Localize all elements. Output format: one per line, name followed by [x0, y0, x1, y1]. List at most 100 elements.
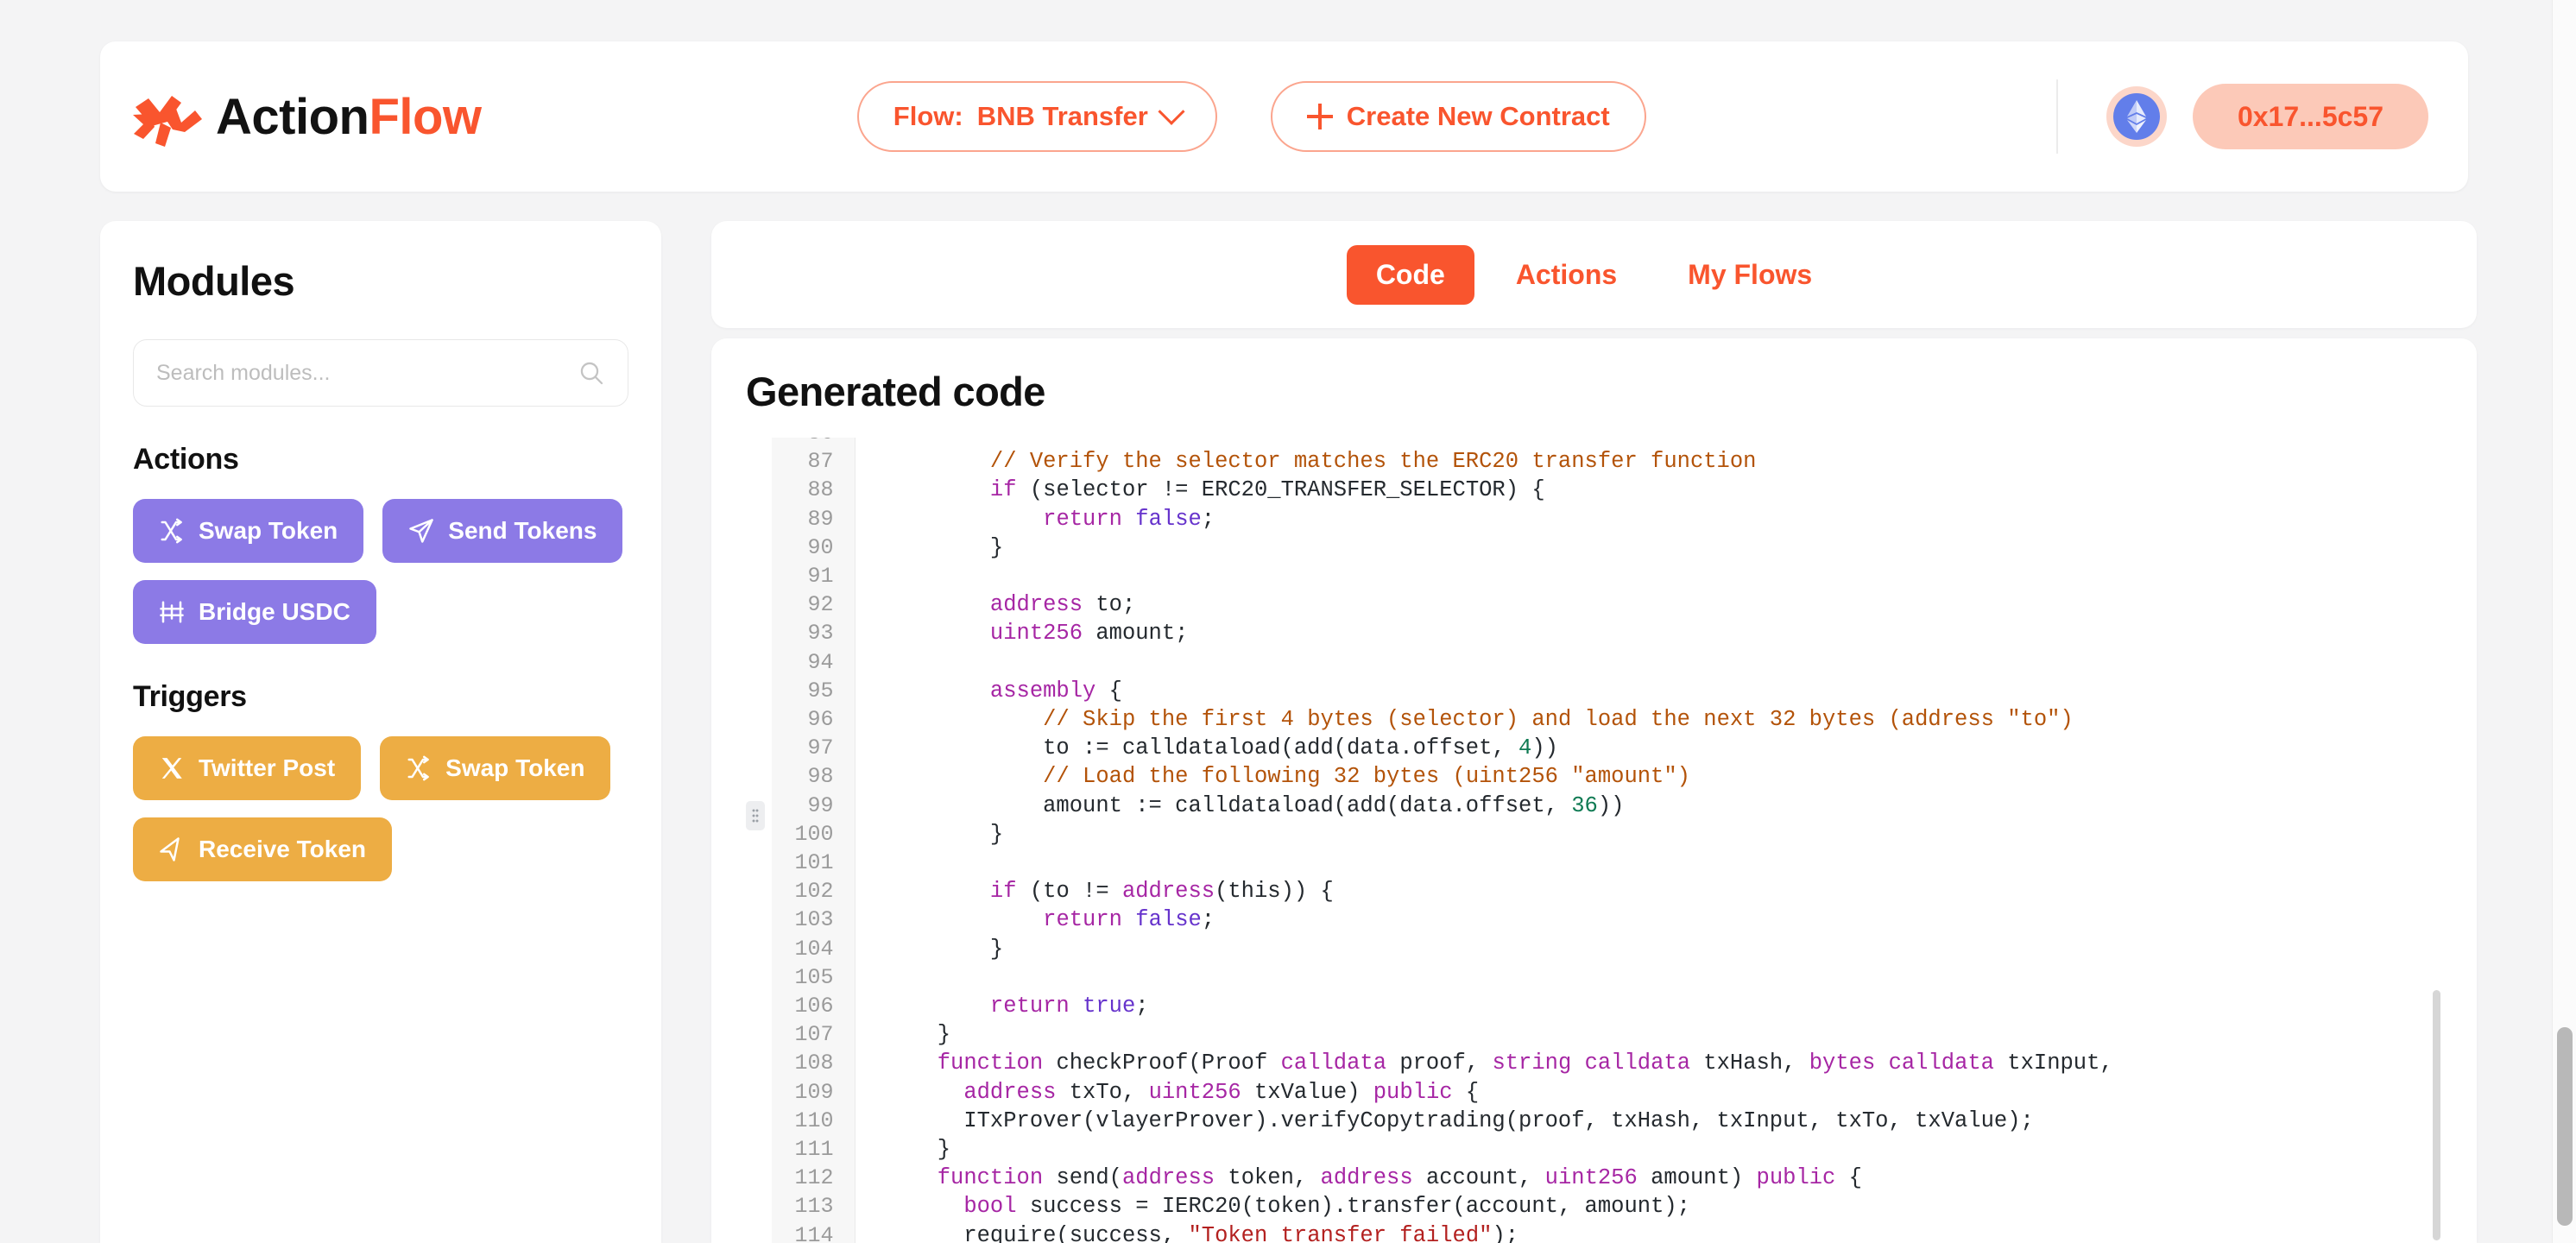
line-number: 108 — [772, 1049, 856, 1078]
code-line: 88 if (selector != ERC20_TRANSFER_SELECT… — [772, 476, 2113, 505]
line-number: 91 — [772, 562, 856, 591]
line-source[interactable]: // Load the following 32 bytes (uint256 … — [855, 762, 2113, 791]
line-number: 110 — [772, 1106, 856, 1136]
line-source[interactable]: // Skip the first 4 bytes (selector) and… — [855, 705, 2113, 734]
code-line: 104 } — [772, 934, 2113, 963]
line-source[interactable]: bool success = IERC20(token).transfer(ac… — [855, 1192, 2113, 1221]
code-line: 111 } — [772, 1135, 2113, 1164]
line-number: 104 — [772, 934, 856, 963]
code-scrollbar-thumb[interactable] — [2433, 990, 2440, 1240]
action-bridge-usdc[interactable]: Bridge USDC — [133, 580, 376, 644]
actions-chip-row: Swap Token Send Tokens Bridge USDC — [133, 499, 628, 644]
line-source[interactable] — [855, 849, 2113, 877]
line-source[interactable]: amount := calldataload(add(data.offset, … — [855, 792, 2113, 820]
page-scrollbar-thumb[interactable] — [2557, 1027, 2573, 1226]
line-source[interactable]: } — [855, 1020, 2113, 1049]
line-source[interactable]: } — [855, 1135, 2113, 1164]
brand-logo[interactable]: ActionFlow — [131, 86, 482, 147]
code-line: 95 assembly { — [772, 676, 2113, 706]
code-line: 87 // Verify the selector matches the ER… — [772, 447, 2113, 476]
code-panel-title: Generated code — [746, 369, 1045, 414]
line-source[interactable]: function send(address token, address acc… — [855, 1164, 2113, 1192]
line-source[interactable]: // Verify the selector matches the ERC20… — [855, 447, 2113, 476]
line-source[interactable] — [855, 648, 2113, 677]
network-selector[interactable] — [2106, 86, 2167, 147]
line-source[interactable]: ITxProver(vlayerProver).verifyCopytradin… — [855, 1107, 2113, 1135]
search-modules-box[interactable] — [133, 339, 628, 407]
line-number: 109 — [772, 1077, 856, 1107]
brand-name: ActionFlow — [216, 88, 482, 146]
line-source[interactable]: if (selector != ERC20_TRANSFER_SELECTOR)… — [855, 476, 2113, 504]
create-new-contract-button[interactable]: Create New Contract — [1270, 81, 1646, 152]
code-line: 92 address to; — [772, 590, 2113, 620]
generated-code-panel: Generated code 86 87 // Verify the selec… — [711, 338, 2477, 1243]
header-actions: Flow: BNB Transfer Create New Contract — [447, 81, 2056, 152]
line-number: 99 — [772, 791, 856, 820]
line-number: 86 — [772, 438, 856, 448]
code-line: 96 // Skip the first 4 bytes (selector) … — [772, 705, 2113, 735]
action-label: Send Tokens — [448, 517, 597, 544]
line-source[interactable]: return false; — [855, 905, 2113, 934]
shuffle-icon — [407, 755, 430, 781]
trigger-receive-token[interactable]: Receive Token — [133, 817, 393, 881]
code-line: 94 — [772, 647, 2113, 677]
action-swap-token[interactable]: Swap Token — [133, 499, 364, 563]
line-source[interactable]: to := calldataload(add(data.offset, 4)) — [855, 734, 2113, 762]
line-number: 98 — [772, 762, 856, 792]
line-number: 106 — [772, 992, 856, 1021]
line-source[interactable] — [855, 963, 2113, 992]
section-heading-actions: Actions — [133, 443, 239, 476]
code-line: 112 function send(address token, address… — [772, 1164, 2113, 1193]
line-source[interactable]: return false; — [855, 505, 2113, 533]
tab-code[interactable]: Code — [1346, 244, 1474, 305]
line-number: 102 — [772, 877, 856, 906]
line-number: 96 — [772, 705, 856, 735]
code-line: 100 } — [772, 819, 2113, 849]
tab-my-flows[interactable]: My Flows — [1658, 245, 1841, 305]
action-send-tokens[interactable]: Send Tokens — [382, 499, 623, 563]
shuffle-icon — [161, 518, 182, 544]
line-number: 113 — [772, 1192, 856, 1221]
tab-actions[interactable]: Actions — [1487, 245, 1646, 305]
line-source[interactable]: return true; — [855, 992, 2113, 1020]
search-input[interactable] — [156, 360, 578, 386]
line-source[interactable]: } — [855, 935, 2113, 963]
vertical-page-scrollbar[interactable] — [2552, 0, 2576, 1243]
drag-dots-icon[interactable] — [746, 801, 765, 830]
line-number: 100 — [772, 819, 856, 849]
trigger-label: Receive Token — [199, 836, 367, 862]
line-source[interactable]: function checkProof(Proof calldata proof… — [855, 1049, 2113, 1077]
bridge-icon — [160, 601, 184, 623]
line-number: 93 — [772, 619, 856, 648]
line-source[interactable] — [855, 562, 2113, 590]
code-line: 98 // Load the following 32 bytes (uint2… — [772, 762, 2113, 792]
code-editor[interactable]: 86 87 // Verify the selector matches the… — [746, 438, 2442, 1243]
trigger-twitter-post[interactable]: Twitter Post — [133, 736, 362, 800]
line-source[interactable]: assembly { — [855, 677, 2113, 705]
line-number: 89 — [772, 504, 856, 533]
line-number: 107 — [772, 1020, 856, 1050]
brand-name-first: Action — [216, 88, 369, 145]
line-number: 88 — [772, 476, 856, 505]
sidebar-title: Modules — [133, 258, 295, 304]
line-number: 111 — [772, 1135, 856, 1164]
line-source[interactable]: uint256 amount; — [855, 619, 2113, 647]
action-label: Swap Token — [199, 517, 338, 544]
line-source[interactable]: address txTo, uint256 txValue) public { — [855, 1078, 2113, 1107]
code-scroll-viewport[interactable]: 86 87 // Verify the selector matches the… — [772, 438, 2423, 1243]
modules-sidebar: Modules Actions Swap Token Send Tokens — [100, 221, 661, 1243]
line-source[interactable]: } — [855, 820, 2113, 849]
search-icon — [580, 362, 603, 385]
line-source[interactable]: if (to != address(this)) { — [855, 877, 2113, 905]
line-source[interactable] — [855, 438, 2113, 447]
line-source[interactable]: } — [855, 533, 2113, 562]
line-source[interactable]: require(success, "Token transfer failed"… — [855, 1221, 2113, 1243]
trigger-swap-token[interactable]: Swap Token — [380, 736, 611, 800]
code-line: 86 — [772, 438, 2113, 448]
header-wallet-area: 0x17...5c57 — [2055, 79, 2428, 154]
vertical-code-scrollbar[interactable] — [2430, 455, 2442, 1243]
code-line: 106 return true; — [772, 992, 2113, 1021]
wallet-address-button[interactable]: 0x17...5c57 — [2192, 84, 2428, 149]
line-source[interactable]: address to; — [855, 590, 2113, 619]
flow-selector[interactable]: Flow: BNB Transfer — [856, 81, 1217, 152]
